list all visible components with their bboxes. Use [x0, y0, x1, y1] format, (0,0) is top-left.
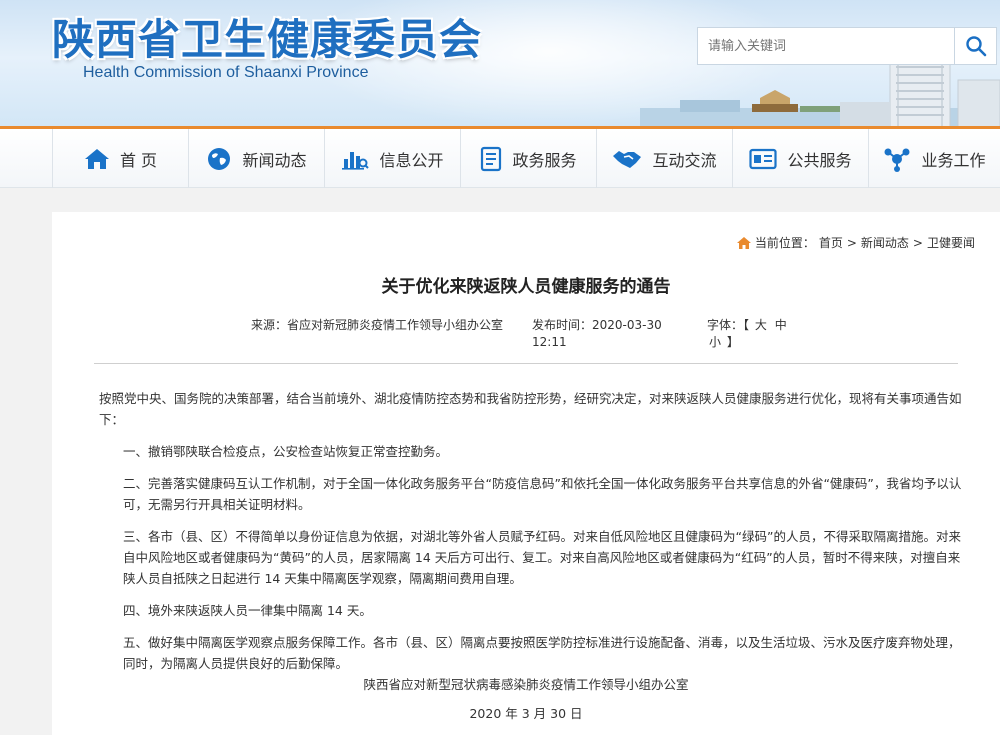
article-signature: 陕西省应对新型冠状病毒感染肺炎疫情工作领导小组办公室 — [363, 677, 689, 692]
nav-label: 政务服务 — [512, 150, 577, 170]
breadcrumb-separator: > — [912, 235, 923, 250]
main-nav: 首 页 新闻动态 信息公开 政务服务 互动交流 公共服务 业务工作 — [0, 129, 1000, 188]
article-title: 关于优化来陕返陕人员健康服务的通告 — [381, 277, 671, 297]
nav-label: 信息公开 — [379, 150, 444, 170]
font-size-switcher: 字体：【 大 中 小 】 — [707, 317, 807, 351]
breadcrumb: 当前位置： 首页 > 新闻动态 > 卫健要闻 — [736, 234, 975, 251]
breadcrumb-home-link[interactable]: 首页 — [819, 234, 843, 251]
font-small-button[interactable]: 小 — [709, 335, 721, 349]
title-divider — [94, 363, 958, 364]
article-paragraph: 按照党中央、国务院的决策部署，结合当前境外、湖北疫情防控态势和我省防控形势，经研… — [99, 391, 962, 427]
nav-item-news[interactable]: 新闻动态 — [188, 129, 324, 188]
id-card-icon — [749, 148, 778, 169]
nav-item-services[interactable]: 政务服务 — [460, 129, 596, 188]
breadcrumb-separator: > — [846, 235, 857, 250]
article-container: 当前位置： 首页 > 新闻动态 > 卫健要闻 关于优化来陕返陕人员健康服务的通告… — [52, 212, 1000, 735]
breadcrumb-current-link[interactable]: 卫健要闻 — [927, 234, 975, 251]
site-header: 陕西省卫生健康委员会 Health Commission of Shaanxi … — [0, 0, 1000, 128]
nav-label: 公共服务 — [787, 150, 852, 170]
breadcrumb-prefix: 当前位置： — [754, 236, 815, 250]
article-source: 来源：省应对新冠肺炎疫情工作领导小组办公室 — [251, 317, 526, 334]
home-icon — [736, 236, 751, 249]
article-body: 按照党中央、国务院的决策部署，结合当前境外、湖北疫情防控态势和我省防控形势，经研… — [99, 388, 969, 685]
nav-label: 新闻动态 — [242, 150, 307, 170]
breadcrumb-news-link[interactable]: 新闻动态 — [861, 234, 909, 251]
document-icon — [481, 146, 502, 171]
city-skyline-illustration — [640, 60, 1000, 128]
source-label: 来源： — [251, 318, 288, 332]
font-bracket: 【 — [743, 318, 750, 332]
article-date: 2020 年 3 月 30 日 — [469, 706, 583, 721]
handshake-icon — [613, 150, 642, 168]
globe-icon — [208, 147, 231, 170]
font-bracket: 】 — [726, 335, 739, 349]
network-icon — [884, 148, 910, 172]
font-large-button[interactable]: 大 — [755, 318, 767, 332]
nav-label: 首 页 — [119, 150, 158, 170]
home-icon — [84, 148, 109, 169]
nav-item-public-services[interactable]: 公共服务 — [732, 129, 868, 188]
search-input[interactable] — [697, 27, 955, 65]
nav-item-home[interactable]: 首 页 — [52, 129, 188, 188]
source-value: 省应对新冠肺炎疫情工作领导小组办公室 — [287, 318, 504, 332]
article-paragraph: 五、做好集中隔离医学观察点服务保障工作。各市（县、区）隔离点要按照医学防控标准进… — [123, 635, 961, 671]
font-medium-button[interactable]: 中 — [775, 318, 787, 332]
nav-item-business[interactable]: 业务工作 — [868, 129, 1000, 188]
search-icon — [965, 36, 986, 57]
article-paragraph: 一、撤销鄂陕联合检疫点，公安检查站恢复正常查控勤务。 — [123, 444, 449, 459]
nav-item-interaction[interactable]: 互动交流 — [596, 129, 732, 188]
article-publish-time: 发布时间：2020-03-30 12:11 — [532, 317, 667, 351]
chart-icon — [342, 151, 370, 170]
search-button[interactable] — [955, 27, 997, 65]
font-label: 字体： — [707, 318, 744, 332]
time-label: 发布时间： — [532, 318, 593, 332]
site-subtitle: Health Commission of Shaanxi Province — [83, 64, 369, 81]
site-title[interactable]: 陕西省卫生健康委员会 — [52, 6, 482, 67]
article-paragraph: 四、境外来陕返陕人员一律集中隔离 14 天。 — [123, 603, 372, 618]
nav-label: 业务工作 — [921, 150, 986, 170]
article-paragraph: 三、各市（县、区）不得简单以身份证信息为依据，对湖北等外省人员赋予红码。对来自低… — [123, 529, 961, 586]
article-paragraph: 二、完善落实健康码互认工作机制，对于全国一体化政务服务平台“防疫信息码”和依托全… — [123, 476, 962, 512]
nav-item-info[interactable]: 信息公开 — [324, 129, 460, 188]
nav-label: 互动交流 — [652, 150, 717, 170]
